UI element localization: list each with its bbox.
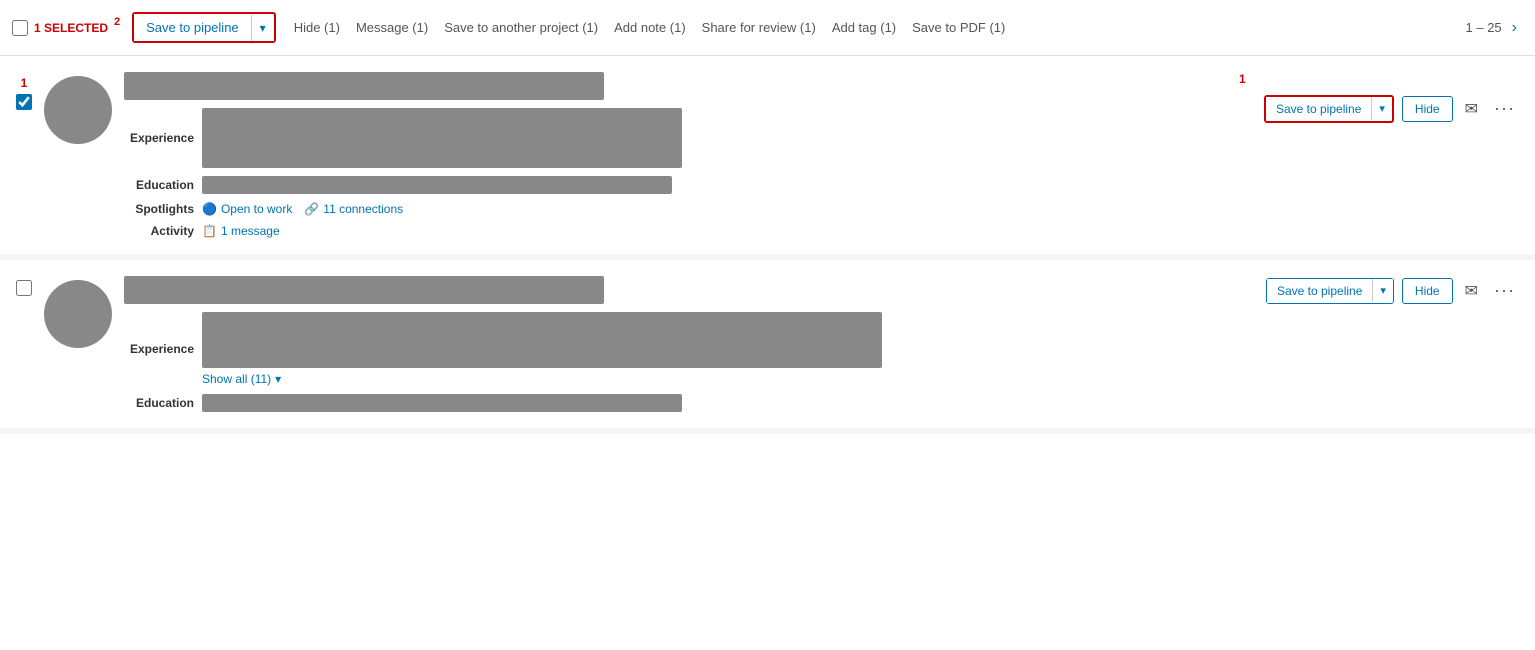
card1-activity-row: Activity 📋 1 message <box>124 224 1227 238</box>
hide-button[interactable]: Hide (1) <box>288 16 346 39</box>
card1-hide-button[interactable]: Hide <box>1402 96 1453 122</box>
card2-education-row: Education <box>124 394 1227 412</box>
card1-experience-row: Experience <box>124 108 1227 168</box>
card1-checkbox-col: 1 <box>16 72 32 110</box>
show-all-chevron-icon: ▾ <box>275 372 281 386</box>
card1-actions: 1 Save to pipeline ▾ Hide ✉ ··· <box>1239 72 1519 123</box>
connections-icon: 🔗 <box>304 202 319 216</box>
card2-experience-row: Experience Show all (11) ▾ <box>124 312 1227 386</box>
share-for-review-button[interactable]: Share for review (1) <box>696 16 822 39</box>
connections-text: 11 connections <box>323 202 403 216</box>
message-icon: 📋 <box>202 224 217 238</box>
add-tag-button[interactable]: Add tag (1) <box>826 16 902 39</box>
save-to-another-project-button[interactable]: Save to another project (1) <box>438 16 604 39</box>
card2-experience-label: Experience <box>124 342 194 356</box>
candidate-card-1: 1 Experience Education Spotlights 🔵 Open… <box>0 56 1535 260</box>
card1-buttons-row: Save to pipeline ▾ Hide ✉ ··· <box>1264 94 1519 123</box>
show-all-text: Show all (11) <box>202 372 271 386</box>
card2-mail-button[interactable]: ✉ <box>1461 277 1482 305</box>
card1-education-row: Education <box>124 176 1227 194</box>
card1-action-number: 1 <box>1239 72 1246 86</box>
card2-more-icon: ··· <box>1494 280 1515 300</box>
toolbar-left: 1 SELECTED 2 Save to pipeline ▾ Hide (1)… <box>12 12 1011 43</box>
selected-count: 1 SELECTED <box>34 21 108 35</box>
card1-name-bar <box>124 72 604 100</box>
card1-save-pipeline-dropdown[interactable]: ▾ <box>1371 97 1392 120</box>
candidate-card-2: Experience Show all (11) ▾ Education Sav… <box>0 260 1535 434</box>
select-all-wrap: 1 SELECTED 2 <box>12 20 120 36</box>
card2-education-bar <box>202 394 682 412</box>
more-icon: ··· <box>1494 98 1515 118</box>
card2-save-pipeline-dropdown[interactable]: ▾ <box>1372 279 1393 302</box>
card1-checkbox[interactable] <box>16 94 32 110</box>
select-all-checkbox[interactable] <box>12 20 28 36</box>
card1-list-number: 1 <box>21 76 28 90</box>
selected-number-badge: 2 <box>114 16 120 28</box>
toolbar-right: 1 – 25 › <box>1466 17 1523 39</box>
card2-actions: Save to pipeline ▾ Hide ✉ ··· <box>1239 276 1519 305</box>
card1-experience-bar <box>202 108 682 168</box>
card2-avatar <box>44 280 112 348</box>
card1-education-bar <box>202 176 672 194</box>
card2-hide-button[interactable]: Hide <box>1402 278 1453 304</box>
save-to-pdf-button[interactable]: Save to PDF (1) <box>906 16 1011 39</box>
card1-spotlights-row: Spotlights 🔵 Open to work 🔗 11 connectio… <box>124 202 1227 216</box>
show-all-link[interactable]: Show all (11) ▾ <box>202 372 882 386</box>
card1-save-pipeline-button[interactable]: Save to pipeline <box>1266 97 1371 121</box>
card2-dropdown-arrow-icon: ▾ <box>1380 285 1386 297</box>
card1-education-label: Education <box>124 178 194 192</box>
open-to-work-icon: 🔵 <box>202 202 217 216</box>
card2-education-label: Education <box>124 396 194 410</box>
card2-more-button[interactable]: ··· <box>1490 276 1519 305</box>
add-note-button[interactable]: Add note (1) <box>608 16 692 39</box>
card1-dropdown-arrow-icon: ▾ <box>1379 103 1385 115</box>
card1-experience-label: Experience <box>124 131 194 145</box>
dropdown-arrow-icon: ▾ <box>260 21 266 35</box>
open-to-work-text: Open to work <box>221 202 292 216</box>
activity-message-link[interactable]: 📋 1 message <box>202 224 280 238</box>
card2-mail-icon: ✉ <box>1465 283 1478 300</box>
toolbar-actions: Hide (1) Message (1) Save to another pro… <box>288 16 1012 39</box>
card2-save-pipeline-button[interactable]: Save to pipeline <box>1267 279 1372 303</box>
card2-checkbox[interactable] <box>16 280 32 296</box>
card1-more-button[interactable]: ··· <box>1490 94 1519 123</box>
toolbar: 1 SELECTED 2 Save to pipeline ▾ Hide (1)… <box>0 0 1535 56</box>
card2-save-pipeline-wrap: Save to pipeline ▾ <box>1266 278 1394 304</box>
mail-icon: ✉ <box>1465 101 1478 118</box>
next-page-button[interactable]: › <box>1506 17 1523 39</box>
card1-spotlights-label: Spotlights <box>124 202 194 216</box>
card1-avatar <box>44 76 112 144</box>
message-button[interactable]: Message (1) <box>350 16 434 39</box>
save-pipeline-button-wrap: Save to pipeline ▾ <box>132 12 276 43</box>
card2-checkbox-col <box>16 276 32 296</box>
card2-buttons-row: Save to pipeline ▾ Hide ✉ ··· <box>1266 276 1519 305</box>
card1-activity-label: Activity <box>124 224 194 238</box>
card2-content: Experience Show all (11) ▾ Education <box>124 276 1227 412</box>
pagination-text: 1 – 25 <box>1466 20 1502 35</box>
save-pipeline-button[interactable]: Save to pipeline <box>134 14 251 41</box>
card1-save-pipeline-wrap: Save to pipeline ▾ <box>1264 95 1394 123</box>
card1-mail-button[interactable]: ✉ <box>1461 95 1482 123</box>
save-pipeline-dropdown-button[interactable]: ▾ <box>251 15 274 41</box>
open-to-work-link[interactable]: 🔵 Open to work <box>202 202 292 216</box>
card2-experience-bar <box>202 312 882 368</box>
card2-experience-section: Show all (11) ▾ <box>202 312 882 386</box>
connections-link[interactable]: 🔗 11 connections <box>304 202 403 216</box>
card1-spotlights-items: 🔵 Open to work 🔗 11 connections <box>202 202 403 216</box>
card1-content: Experience Education Spotlights 🔵 Open t… <box>124 72 1227 238</box>
activity-message-text: 1 message <box>221 224 280 238</box>
candidates-list: 1 Experience Education Spotlights 🔵 Open… <box>0 56 1535 434</box>
card2-name-bar <box>124 276 604 304</box>
